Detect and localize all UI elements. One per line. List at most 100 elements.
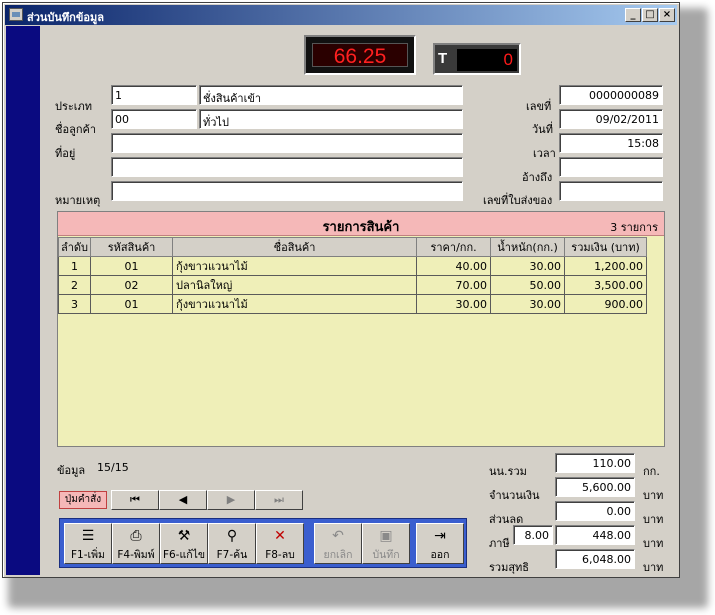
- delete-button[interactable]: ✕ F8-ลบ: [256, 523, 304, 564]
- prev-icon: ◀: [178, 493, 188, 506]
- add-button-label: F1-เพิ่ม: [71, 549, 105, 561]
- date-field[interactable]: 09/02/2011: [559, 109, 663, 129]
- find-button-label: F7-ค้น: [216, 549, 248, 561]
- exit-button-label: ออก: [430, 549, 450, 561]
- address-line2-field[interactable]: [111, 157, 463, 177]
- table-row[interactable]: 1 01 กุ้งขาวแวนาไม้ 40.00 30.00 1,200.00: [57, 256, 648, 276]
- left-side-bar: [6, 26, 40, 575]
- cell-price[interactable]: 30.00: [416, 294, 492, 314]
- items-table[interactable]: ลำดับ รหัสสินค้า ชื่อสินค้า ราคา/กก. น้ำ…: [57, 237, 648, 314]
- discount-unit: บาท: [643, 513, 664, 526]
- note-field[interactable]: [111, 181, 463, 201]
- col-name[interactable]: ชื่อสินค้า: [172, 237, 418, 257]
- table-header-row: ลำดับ รหัสสินค้า ชื่อสินค้า ราคา/กก. น้ำ…: [57, 237, 648, 257]
- cell-seq[interactable]: 2: [57, 275, 92, 295]
- command-toolbar: ☰ F1-เพิ่ม ⎙ F4-พิมพ์ ⚒ F6-แก้ไข ⚲ F7-ค้…: [59, 518, 467, 568]
- cell-seq[interactable]: 3: [57, 294, 92, 314]
- col-weight[interactable]: น้ำหนัก(กก.): [490, 237, 566, 257]
- cell-total[interactable]: 1,200.00: [564, 256, 648, 276]
- tare-value: 0: [457, 49, 517, 71]
- cell-name[interactable]: กุ้งขาวแวนาไม้: [172, 256, 418, 276]
- total-weight-label: นน.รวม: [489, 465, 527, 478]
- col-price[interactable]: ราคา/กก.: [416, 237, 492, 257]
- cell-total[interactable]: 3,500.00: [564, 275, 648, 295]
- cell-name[interactable]: ปลานิลใหญ่: [172, 275, 418, 295]
- net-total-label: รวมสุทธิ: [489, 561, 530, 574]
- amount-label: จำนวนเงิน: [489, 489, 540, 502]
- cell-weight[interactable]: 30.00: [490, 256, 566, 276]
- close-button[interactable]: ×: [659, 8, 675, 22]
- minimize-button[interactable]: _: [625, 8, 641, 22]
- print-button[interactable]: ⎙ F4-พิมพ์: [112, 523, 160, 564]
- delivery-note-field[interactable]: [559, 181, 663, 201]
- tare-label: T: [438, 50, 448, 67]
- cell-code[interactable]: 01: [90, 256, 174, 276]
- col-code[interactable]: รหัสสินค้า: [90, 237, 174, 257]
- discount-field[interactable]: 0.00: [555, 501, 635, 521]
- reference-field[interactable]: [559, 157, 663, 177]
- undo-icon: ↶: [332, 528, 344, 544]
- first-icon: ⏮: [130, 493, 140, 506]
- add-button[interactable]: ☰ F1-เพิ่ม: [64, 523, 112, 564]
- customer-label: ชื่อลูกค้า: [55, 123, 97, 136]
- items-panel: รายการสินค้า 3 รายการ ลำดับ รหัสสินค้า ช…: [57, 211, 665, 447]
- items-header: รายการสินค้า 3 รายการ: [58, 212, 664, 236]
- docno-field[interactable]: 0000000089: [559, 85, 663, 105]
- next-record-button[interactable]: ▶: [207, 490, 255, 510]
- date-label: วันที่: [532, 123, 553, 136]
- cell-price[interactable]: 70.00: [416, 275, 492, 295]
- last-record-button[interactable]: ⏭: [255, 490, 303, 510]
- cell-price[interactable]: 40.00: [416, 256, 492, 276]
- delivery-note-label: เลขที่ใบส่งของ: [483, 194, 553, 207]
- prev-record-button[interactable]: ◀: [159, 490, 207, 510]
- last-icon: ⏭: [274, 493, 284, 506]
- save-button[interactable]: ▣ บันทึก: [362, 523, 410, 564]
- cell-code[interactable]: 01: [90, 294, 174, 314]
- cell-total[interactable]: 900.00: [564, 294, 648, 314]
- cell-code[interactable]: 02: [90, 275, 174, 295]
- title-bar[interactable]: ส่วนบันทึกข้อมูล _ □ ×: [5, 5, 677, 25]
- time-field[interactable]: 15:08: [559, 133, 663, 153]
- total-weight-unit: กก.: [643, 465, 660, 478]
- exit-button[interactable]: ⇥ ออก: [416, 523, 464, 564]
- cell-weight[interactable]: 50.00: [490, 275, 566, 295]
- weight-display: 66.25: [304, 35, 416, 75]
- type-code-field[interactable]: 1: [111, 85, 197, 105]
- edit-button[interactable]: ⚒ F6-แก้ไข: [160, 523, 208, 564]
- time-label: เวลา: [533, 147, 556, 160]
- print-button-label: F4-พิมพ์: [117, 549, 155, 561]
- next-icon: ▶: [226, 493, 236, 506]
- maximize-button[interactable]: □: [642, 8, 658, 22]
- tax-label: ภาษี: [489, 537, 510, 550]
- cell-seq[interactable]: 1: [57, 256, 92, 276]
- app-icon: [9, 8, 23, 21]
- note-label: หมายเหตุ: [55, 194, 101, 207]
- cell-weight[interactable]: 30.00: [490, 294, 566, 314]
- tax-unit: บาท: [643, 537, 664, 550]
- table-row[interactable]: 3 01 กุ้งขาวแวนาไม้ 30.00 30.00 900.00: [57, 294, 648, 314]
- items-title: รายการสินค้า: [322, 220, 400, 235]
- main-window: ส่วนบันทึกข้อมูล _ □ × 66.25 T 0 ประเภท …: [2, 2, 680, 578]
- save-button-label: บันทึก: [372, 549, 400, 561]
- cell-name[interactable]: กุ้งขาวแวนาไม้: [172, 294, 418, 314]
- table-row[interactable]: 2 02 ปลานิลใหญ่ 70.00 50.00 3,500.00: [57, 275, 648, 295]
- amount-unit: บาท: [643, 489, 664, 502]
- col-seq[interactable]: ลำดับ: [57, 237, 92, 257]
- docno-label: เลขที่: [526, 100, 552, 113]
- x-icon: ✕: [274, 528, 286, 544]
- first-record-button[interactable]: ⏮: [111, 490, 159, 510]
- magnifier-icon: ⚲: [226, 528, 238, 544]
- address-line1-field[interactable]: [111, 133, 463, 153]
- tax-rate-field[interactable]: 8.00: [513, 525, 553, 545]
- find-button[interactable]: ⚲ F7-ค้น: [208, 523, 256, 564]
- cancel-button[interactable]: ↶ ยกเลิก: [314, 523, 362, 564]
- type-label: ประเภท: [55, 100, 93, 113]
- door-icon: ⇥: [434, 528, 446, 544]
- col-total[interactable]: รวมเงิน (บาท): [564, 237, 648, 257]
- customer-name-field[interactable]: ทั่วไป: [199, 109, 463, 129]
- type-name-field[interactable]: ชั่งสินค้าเข้า: [199, 85, 463, 105]
- window-title: ส่วนบันทึกข้อมูล: [27, 11, 104, 24]
- total-weight-field: 110.00: [555, 453, 635, 473]
- customer-code-field[interactable]: 00: [111, 109, 197, 129]
- record-label: ข้อมูล: [57, 464, 86, 477]
